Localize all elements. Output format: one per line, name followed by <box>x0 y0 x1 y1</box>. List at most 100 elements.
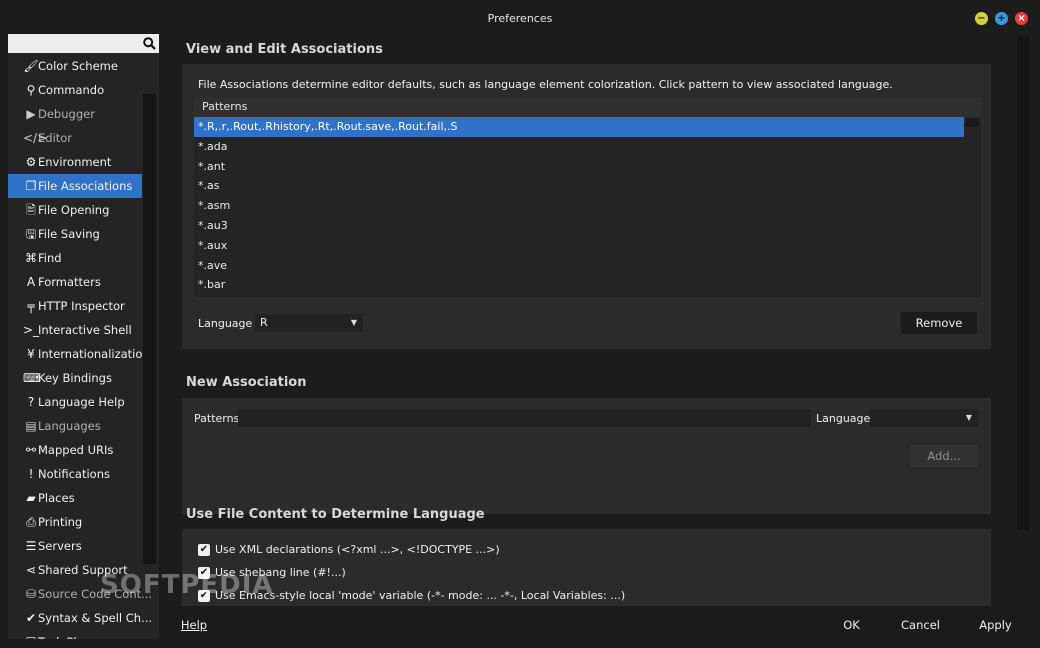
sidebar-scrollbar[interactable] <box>143 94 156 564</box>
close-button[interactable]: × <box>1015 12 1028 25</box>
pattern-row[interactable]: *.aux <box>194 236 964 256</box>
maximize-button[interactable]: + <box>995 12 1008 25</box>
patterns-list: *.R,.r,.Rout,.Rhistory,.Rt,.Rout.save,.R… <box>194 117 981 295</box>
watermark: SOFTPEDIA <box>100 570 274 600</box>
sidebar-item-internationalization[interactable]: ¥ Internationalization <box>8 342 150 366</box>
sidebar-item-label: Color Scheme <box>38 59 118 73</box>
remove-button[interactable]: Remove <box>901 312 977 334</box>
patterns-column-header[interactable]: Patterns <box>194 97 981 117</box>
new-association-section-title: New Association <box>186 375 307 390</box>
ok-button[interactable]: OK <box>826 614 877 636</box>
sidebar-item-mapped-uris[interactable]: ⚯ Mapped URIs <box>8 438 142 462</box>
sidebar-item-places[interactable]: ▰ Places <box>8 486 142 510</box>
sidebar-item-environment[interactable]: ⚙ Environment <box>8 150 142 174</box>
pattern-row[interactable]: *.bar <box>194 275 964 295</box>
help-icon: ? <box>27 395 35 409</box>
sidebar-item-servers[interactable]: ☰ Servers <box>8 534 142 558</box>
pattern-row[interactable]: *.as <box>194 176 964 196</box>
new-association-panel: Patterns Language ▼ Add... <box>182 398 991 514</box>
file-content-section-title: Use File Content to Determine Language <box>186 507 485 522</box>
sidebar-item-find[interactable]: ⌘ Find <box>8 246 142 270</box>
folder-icon: ▰ <box>26 491 36 505</box>
pattern-row[interactable]: *.ant <box>194 157 964 177</box>
sidebar-item-label: Environment <box>38 155 112 169</box>
title-bar: Preferences − + × <box>0 0 1040 36</box>
code-icon: </> <box>23 131 48 145</box>
printer-icon: ⎙ <box>26 515 36 529</box>
sidebar-item-label: Notifications <box>38 467 110 481</box>
new-language-dropdown[interactable]: ▼ <box>870 409 978 427</box>
preferences-sidebar: 🖌 Color Scheme ⚲ Commando ▶ Debugger </> Editor… <box>8 34 159 639</box>
sidebar-item-printing[interactable]: ⎙ Printing <box>8 510 142 534</box>
xml-declarations-option[interactable]: ✔ Use XML declarations (<?xml ...>, <!DOC… <box>198 542 500 558</box>
file-open-icon: 🖹 <box>26 203 36 217</box>
sidebar-item-file-saving[interactable]: 🖫 File Saving <box>8 222 142 246</box>
save-icon: 🖫 <box>25 227 37 241</box>
sidebar-item-language-help[interactable]: ? Language Help <box>8 390 142 414</box>
sidebar-item-label: File Opening <box>38 203 110 217</box>
language-dropdown-value: R <box>260 316 268 329</box>
sidebar-item-http-inspector[interactable]: ╤ HTTP Inspector <box>8 294 142 318</box>
file-content-panel: ✔ Use XML declarations (<?xml ...>, <!DOC… <box>182 529 991 606</box>
new-patterns-input[interactable] <box>238 409 811 427</box>
language-label: Language <box>198 317 253 330</box>
sidebar-item-label: Printing <box>38 515 83 529</box>
gear-icon: ⚙ <box>25 155 37 169</box>
sidebar-item-editor[interactable]: </> Editor <box>8 126 142 150</box>
new-language-label: Language <box>816 412 871 425</box>
associations-section-title: View and Edit Associations <box>186 42 383 57</box>
sidebar-item-debugger[interactable]: ▶ Debugger <box>8 102 142 126</box>
sidebar-item-interactive-shell[interactable]: >_ Interactive Shell <box>8 318 142 342</box>
sidebar-item-label: Formatters <box>38 275 101 289</box>
bell-icon: ! <box>28 467 34 481</box>
sidebar-item-label: Key Bindings <box>38 371 112 385</box>
sidebar-item-languages[interactable]: ▤ Languages <box>8 414 142 438</box>
checkbox-xml[interactable]: ✔ <box>198 544 210 556</box>
sidebar-item-file-opening[interactable]: 🖹 File Opening <box>8 198 142 222</box>
sidebar-item-label: Commando <box>38 83 105 97</box>
chevron-down-icon: ▼ <box>350 318 357 327</box>
sidebar-item-label: Mapped URIs <box>38 443 114 457</box>
font-icon: A <box>26 275 36 289</box>
patterns-scrollbar[interactable] <box>964 117 981 297</box>
help-button[interactable]: Help <box>165 614 223 636</box>
sidebar-item-label: Languages <box>38 419 101 433</box>
keyboard-icon: ⌨ <box>23 371 41 385</box>
add-button[interactable]: Add... <box>911 445 977 467</box>
main-scrollbar[interactable] <box>1017 36 1030 530</box>
binoculars-icon: ⌘ <box>25 251 37 265</box>
language-dropdown[interactable]: R ▼ <box>255 314 363 332</box>
share-icon: ⋖ <box>25 563 37 577</box>
pattern-row[interactable]: *.ave <box>194 256 964 276</box>
cancel-button[interactable]: Cancel <box>885 614 956 636</box>
languages-icon: ▤ <box>25 419 37 433</box>
window-title: Preferences <box>487 12 553 25</box>
sidebar-item-file-associations[interactable]: ❐ File Associations <box>8 174 142 198</box>
sidebar-item-label: Language Help <box>38 395 125 409</box>
pattern-row[interactable]: *.au3 <box>194 216 964 236</box>
brush-icon: 🖌 <box>23 59 39 73</box>
sidebar-item-label: Servers <box>38 539 82 553</box>
sidebar-item-formatters[interactable]: A Formatters <box>8 270 142 294</box>
patterns-scroll-thumb[interactable] <box>966 119 979 127</box>
patterns-table: Patterns *.R,.r,.Rout,.Rhistory,.Rt,.Rou… <box>194 97 981 297</box>
sidebar-list: 🖌 Color Scheme ⚲ Commando ▶ Debugger </> Editor… <box>8 54 152 639</box>
servers-icon: ☰ <box>25 539 37 553</box>
sidebar-item-color-scheme[interactable]: 🖌 Color Scheme <box>8 54 142 78</box>
sidebar-item-key-bindings[interactable]: ⌨ Key Bindings <box>8 366 142 390</box>
pattern-row[interactable]: *.R,.r,.Rout,.Rhistory,.Rt,.Rout.save,.R… <box>194 117 964 137</box>
chevron-down-icon: ▼ <box>965 413 972 422</box>
new-patterns-label: Patterns <box>194 412 240 425</box>
pattern-row[interactable]: *.asm <box>194 196 964 216</box>
sidebar-item-label: Places <box>38 491 75 505</box>
copy-icon: ❐ <box>25 179 37 193</box>
minimize-button[interactable]: − <box>975 12 988 25</box>
sidebar-item-label: Find <box>38 251 62 265</box>
sidebar-item-notifications[interactable]: ! Notifications <box>8 462 142 486</box>
associations-panel: File Associations determine editor defau… <box>182 64 991 349</box>
sidebar-search-input[interactable] <box>8 34 159 53</box>
search-icon[interactable] <box>143 37 156 50</box>
pattern-row[interactable]: *.ada <box>194 137 964 157</box>
apply-button[interactable]: Apply <box>964 614 1027 636</box>
sidebar-item-commando[interactable]: ⚲ Commando <box>8 78 142 102</box>
